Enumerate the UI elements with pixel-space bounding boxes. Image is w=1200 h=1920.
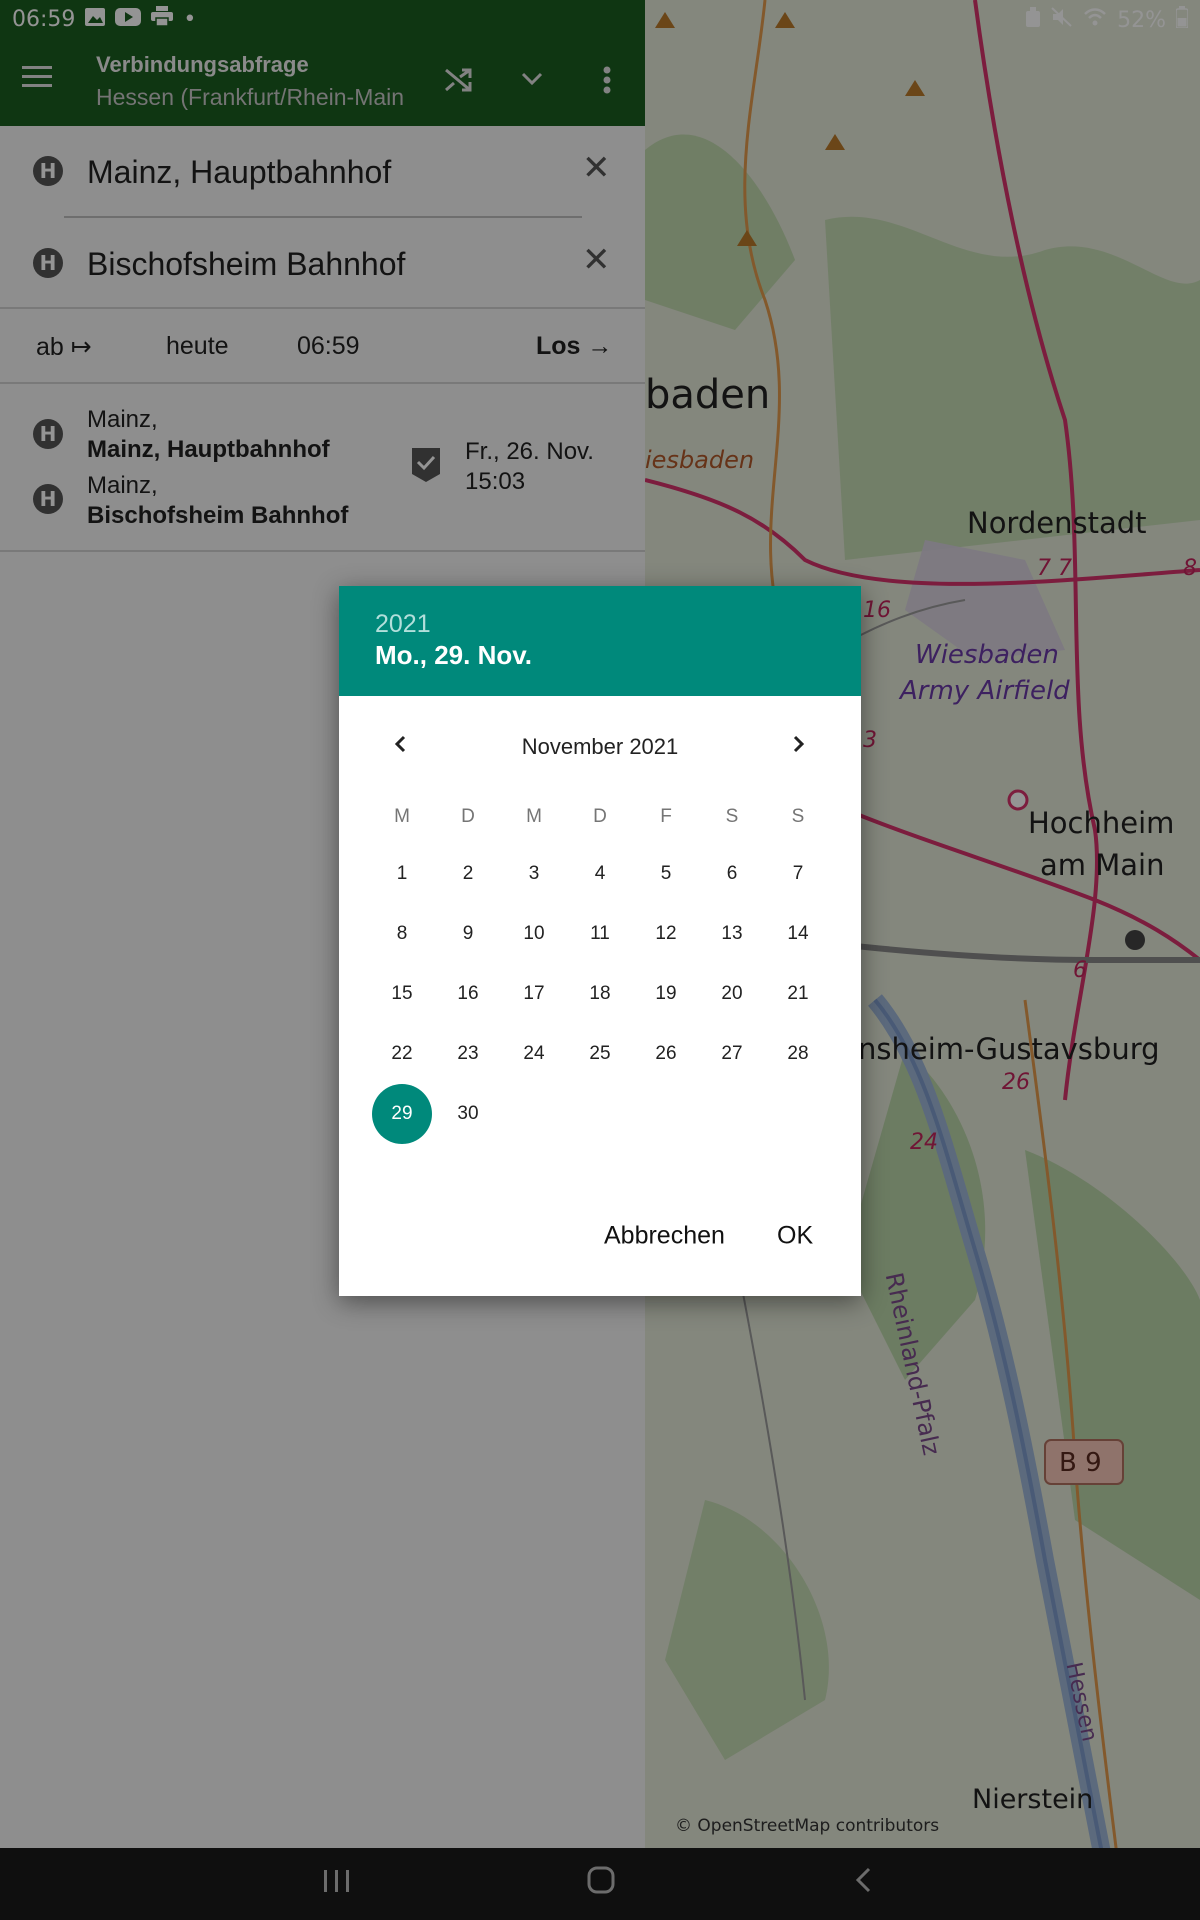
calendar-day[interactable]: 5 bbox=[636, 844, 696, 904]
weekday-label: D bbox=[461, 806, 475, 827]
calendar-day[interactable]: 25 bbox=[570, 1024, 630, 1084]
cancel-button[interactable]: Abbrechen bbox=[604, 1222, 725, 1251]
date-picker-dialog: 2021 Mo., 29. Nov. November 2021 MDMDFSS… bbox=[339, 586, 861, 1296]
date-picker-header: 2021 Mo., 29. Nov. bbox=[339, 586, 861, 696]
calendar-day[interactable]: 16 bbox=[438, 964, 498, 1024]
calendar-day-selected[interactable]: 29 bbox=[372, 1084, 432, 1144]
ok-button[interactable]: OK bbox=[777, 1222, 813, 1251]
calendar-day[interactable]: 10 bbox=[504, 904, 564, 964]
weekday-label: S bbox=[725, 806, 739, 827]
calendar-day[interactable]: 9 bbox=[438, 904, 498, 964]
calendar-day[interactable]: 28 bbox=[768, 1024, 828, 1084]
weekday-label: M bbox=[394, 806, 410, 827]
calendar-day[interactable]: 8 bbox=[372, 904, 432, 964]
calendar-day[interactable]: 27 bbox=[702, 1024, 762, 1084]
calendar-day[interactable]: 19 bbox=[636, 964, 696, 1024]
calendar-day[interactable]: 12 bbox=[636, 904, 696, 964]
calendar-day[interactable]: 2 bbox=[438, 844, 498, 904]
weekday-label: F bbox=[660, 806, 672, 827]
calendar-day[interactable]: 17 bbox=[504, 964, 564, 1024]
calendar-day[interactable]: 4 bbox=[570, 844, 630, 904]
calendar-day[interactable]: 20 bbox=[702, 964, 762, 1024]
calendar-day[interactable]: 13 bbox=[702, 904, 762, 964]
calendar-day[interactable]: 14 bbox=[768, 904, 828, 964]
calendar-day[interactable]: 26 bbox=[636, 1024, 696, 1084]
calendar-day[interactable]: 23 bbox=[438, 1024, 498, 1084]
calendar-day[interactable]: 15 bbox=[372, 964, 432, 1024]
next-month-button[interactable] bbox=[778, 724, 818, 764]
calendar-day[interactable]: 6 bbox=[702, 844, 762, 904]
calendar-day[interactable]: 1 bbox=[372, 844, 432, 904]
weekday-label: M bbox=[526, 806, 542, 827]
calendar-day[interactable]: 30 bbox=[438, 1084, 498, 1144]
calendar-day[interactable]: 11 bbox=[570, 904, 630, 964]
calendar-day[interactable]: 22 bbox=[372, 1024, 432, 1084]
weekday-label: S bbox=[791, 806, 805, 827]
weekday-label: D bbox=[593, 806, 607, 827]
calendar-day[interactable]: 21 bbox=[768, 964, 828, 1024]
calendar-day[interactable]: 3 bbox=[504, 844, 564, 904]
selected-date-label: Mo., 29. Nov. bbox=[375, 640, 532, 670]
calendar-day[interactable]: 24 bbox=[504, 1024, 564, 1084]
calendar-day[interactable]: 7 bbox=[768, 844, 828, 904]
year-selector[interactable]: 2021 bbox=[375, 610, 431, 639]
calendar-day[interactable]: 18 bbox=[570, 964, 630, 1024]
